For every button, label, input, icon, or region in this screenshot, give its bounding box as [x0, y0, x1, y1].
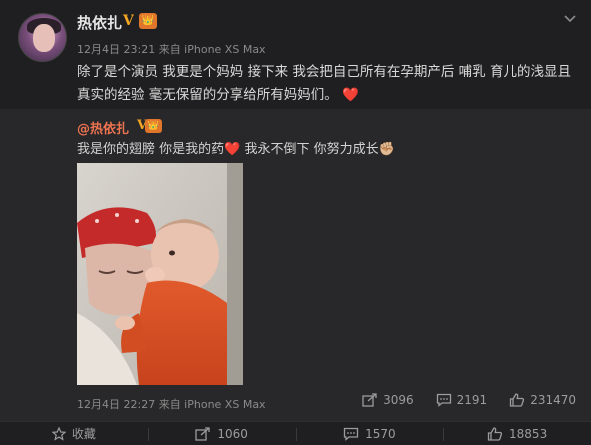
repost-heart-emoji: ❤️: [224, 142, 241, 157]
repost-meta[interactable]: 12月4日 22:27 来自 iPhone XS Max: [77, 396, 266, 412]
fist-emoji: ✊🏼: [378, 142, 395, 157]
heart-emoji: ❤️: [342, 87, 359, 103]
chevron-down-icon[interactable]: [562, 10, 578, 26]
weibo-post-card: 热依扎 V 👑 12月4日 23:21 来自 iPhone XS Max 除了是…: [0, 0, 591, 445]
repost-reposts-count: 3096: [383, 393, 414, 407]
post-text: 除了是个演员 我更是个妈妈 接下来 我会把自己所有在孕期产后 哺乳 育儿的浅显且…: [77, 61, 573, 107]
avatar[interactable]: [18, 13, 67, 62]
thumbs-up-icon: [487, 426, 503, 441]
like-count: 18853: [509, 426, 548, 441]
repost-text-part2: 我永不倒下 你努力成长: [240, 142, 379, 157]
author-name[interactable]: 热依扎: [77, 12, 122, 33]
repost-button[interactable]: 1060: [147, 422, 296, 445]
favorite-label: 收藏: [71, 427, 96, 441]
star-icon: [51, 426, 66, 441]
repost-member-crown-icon: 👑: [145, 119, 162, 133]
repost-stats: 3096 2191 231470: [362, 393, 576, 407]
repost-text-part1: 我是你的翅膀 你是我的药: [77, 142, 225, 157]
comment-icon: [436, 393, 451, 407]
post-text-body: 除了是个演员 我更是个妈妈 接下来 我会把自己所有在孕期产后 哺乳 育儿的浅显且…: [77, 64, 571, 103]
repost-count: 1060: [217, 426, 248, 441]
verified-badge: V: [123, 13, 134, 29]
member-crown-icon: 👑: [139, 13, 157, 29]
thumbs-up-icon: [510, 393, 525, 407]
repost-likes[interactable]: 231470: [509, 393, 576, 407]
repost-icon: [362, 393, 377, 407]
comment-button[interactable]: 1570: [295, 422, 444, 445]
repost-icon: [195, 426, 210, 441]
favorite-button[interactable]: 收藏: [0, 422, 148, 445]
repost-comments-count: 2191: [456, 393, 488, 407]
post-meta[interactable]: 12月4日 23:21 来自 iPhone XS Max: [77, 41, 266, 57]
repost-photo[interactable]: [77, 163, 243, 385]
comment-count: 1570: [365, 426, 396, 441]
action-bar: 收藏 1060 1570 18853: [0, 421, 591, 445]
like-button[interactable]: 18853: [443, 422, 591, 445]
repost-comments[interactable]: 2191: [436, 393, 488, 407]
repost-text: 我是你的翅膀 你是我的药❤️ 我永不倒下 你努力成长✊🏼: [77, 138, 395, 157]
repost-likes-count: 231470: [530, 393, 576, 407]
repost-reposts[interactable]: 3096: [362, 393, 414, 407]
comment-icon: [343, 427, 359, 441]
mother-baby-photo-image: [77, 163, 243, 385]
repost-author[interactable]: @热依扎: [77, 118, 129, 137]
